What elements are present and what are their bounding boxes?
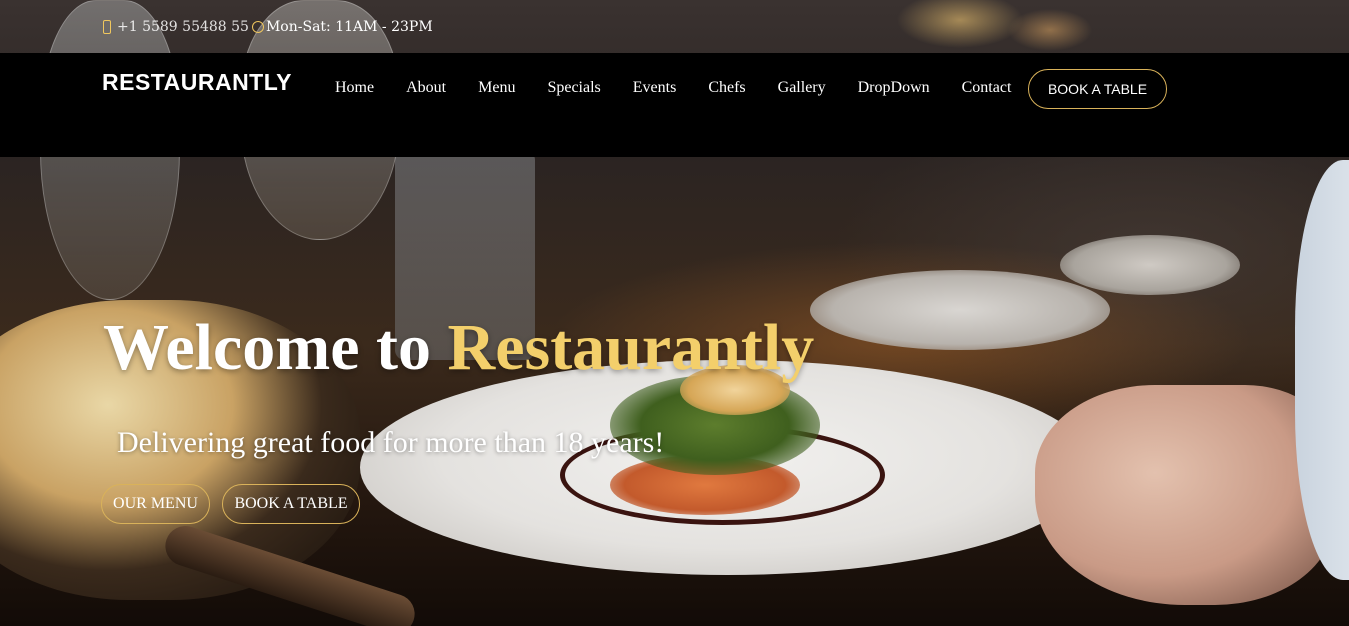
- hero-subtitle: Delivering great food for more than 18 y…: [117, 426, 665, 459]
- nav-events[interactable]: Events: [633, 79, 677, 97]
- our-menu-button[interactable]: OUR MENU: [101, 484, 210, 524]
- background-plate-far: [1060, 235, 1240, 295]
- book-table-nav-button[interactable]: BOOK A TABLE: [1028, 69, 1167, 109]
- nav-specials[interactable]: Specials: [547, 79, 600, 97]
- nav-about[interactable]: About: [406, 79, 446, 97]
- nav-dropdown[interactable]: DropDown: [858, 79, 930, 97]
- nav-menu[interactable]: Menu: [478, 79, 515, 97]
- clock-icon: [251, 21, 264, 33]
- nav-chefs[interactable]: Chefs: [708, 79, 745, 97]
- hero-title-prefix: Welcome to: [103, 311, 448, 384]
- hero-title: Welcome to Restaurantly: [103, 308, 814, 388]
- book-table-hero-button[interactable]: BOOK A TABLE: [222, 484, 360, 524]
- phone-number: +1 5589 55488 55: [117, 19, 249, 35]
- opening-hours: Mon-Sat: 11AM - 23PM: [265, 19, 433, 35]
- nav-home[interactable]: Home: [335, 79, 374, 97]
- background-plate-right: [810, 270, 1110, 350]
- hero-title-brand: Restaurantly: [447, 311, 815, 384]
- top-info-bar: +1 5589 55488 55 Mon-Sat: 11AM - 23PM: [103, 16, 433, 38]
- hand: [1035, 385, 1335, 605]
- nav-gallery[interactable]: Gallery: [778, 79, 826, 97]
- nav-contact[interactable]: Contact: [962, 79, 1012, 97]
- phone-icon: [103, 20, 111, 34]
- site-logo[interactable]: RESTAURANTLY: [102, 69, 292, 96]
- header-navbar: RESTAURANTLY Home About Menu Specials Ev…: [0, 53, 1349, 157]
- main-navigation: Home About Menu Specials Events Chefs Ga…: [335, 79, 1011, 97]
